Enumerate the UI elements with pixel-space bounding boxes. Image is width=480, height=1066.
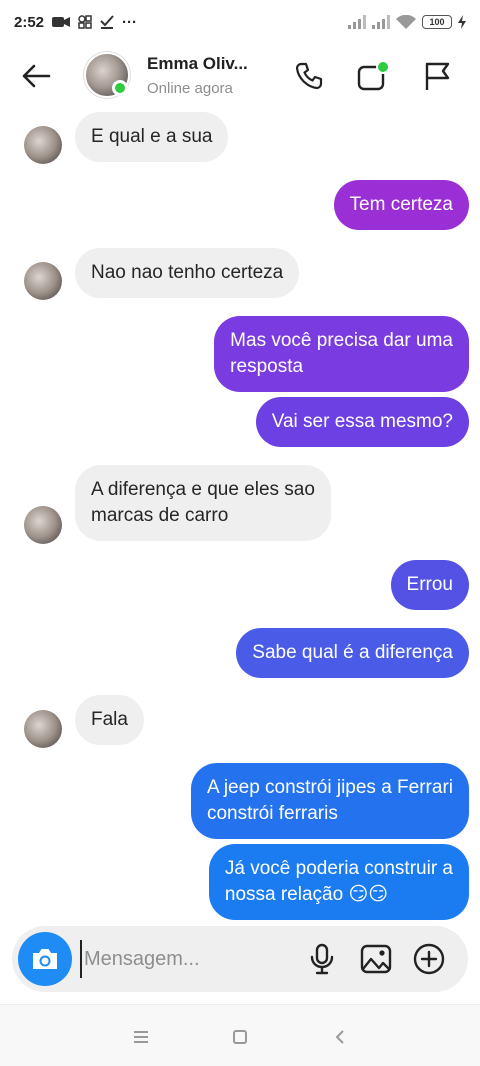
message-bubble: Fala — [75, 695, 144, 745]
message-outgoing[interactable]: Já você poderia construir a nossa relaçã… — [208, 844, 469, 920]
message-incoming[interactable]: A diferença e que eles sao marcas de car… — [75, 465, 331, 541]
message-text: E qual e a sua — [91, 126, 213, 147]
video-camera-icon — [52, 16, 71, 28]
message-bubble: Já você poderia construir a nossa relaçã… — [208, 844, 469, 920]
message-text: Já você poderia construir a — [224, 858, 453, 879]
message-input[interactable] — [80, 940, 290, 978]
video-call-icon — [357, 60, 390, 91]
message-outgoing[interactable]: Mas você precisa dar uma resposta — [214, 316, 469, 392]
video-call-button[interactable] — [355, 58, 391, 94]
contact-status: Online agora — [147, 80, 233, 97]
sender-avatar — [24, 506, 62, 544]
signal-icon — [348, 15, 366, 29]
message-outgoing[interactable]: Sabe qual é a diferença — [236, 628, 469, 678]
flag-icon — [425, 62, 450, 90]
message-composer — [12, 926, 468, 992]
message-text: nossa relação 😏😏 — [224, 884, 389, 905]
message-outgoing[interactable]: Tem certeza — [333, 180, 469, 230]
signal-icon — [372, 15, 390, 29]
sender-avatar — [24, 710, 62, 748]
charging-icon — [458, 15, 466, 29]
message-text: Fala — [91, 709, 128, 730]
recents-icon — [134, 1031, 148, 1043]
message-bubble: Errou — [390, 560, 469, 610]
message-outgoing[interactable]: Errou — [390, 560, 469, 610]
battery-icon: 100 — [422, 15, 452, 29]
message-bubble: Tem certeza — [333, 180, 469, 230]
phone-icon — [295, 62, 323, 90]
message-bubble: Sabe qual é a diferença — [236, 628, 469, 678]
home-icon — [233, 1030, 247, 1044]
message-text: A diferença e que eles sao — [91, 479, 315, 500]
more-status-icon: ··· — [122, 13, 138, 31]
message-bubble: A diferença e que eles sao marcas de car… — [75, 465, 331, 541]
message-bubble: Nao nao tenho certeza — [75, 248, 300, 298]
sender-avatar — [24, 262, 62, 300]
message-text: Nao nao tenho certeza — [91, 262, 284, 283]
report-button[interactable] — [419, 58, 455, 94]
message-text: Vai ser essa mesmo? — [271, 411, 453, 432]
microphone-icon — [310, 943, 334, 975]
message-text: Sabe qual é a diferença — [252, 642, 453, 663]
message-bubble: Vai ser essa mesmo? — [255, 397, 469, 447]
chat-header: Emma Oliv... Online agora — [0, 44, 480, 106]
camera-button[interactable] — [18, 932, 72, 986]
recents-button[interactable] — [127, 1023, 155, 1051]
message-incoming[interactable]: Nao nao tenho certeza — [75, 248, 300, 298]
message-bubble: A jeep constrói jipes a Ferrari constrói… — [190, 763, 469, 839]
voice-message-button[interactable] — [303, 940, 341, 978]
home-button[interactable] — [226, 1023, 254, 1051]
status-time: 2:52 — [14, 13, 45, 31]
message-text: constrói ferraris — [206, 803, 338, 824]
plus-circle-icon — [413, 943, 445, 975]
online-indicator — [112, 80, 128, 96]
message-text: Tem certeza — [349, 194, 453, 215]
app-grid-icon — [78, 15, 92, 29]
message-incoming[interactable]: E qual e a sua — [75, 112, 229, 162]
message-incoming[interactable]: Fala — [75, 695, 144, 745]
image-icon — [360, 944, 392, 974]
message-bubble: Mas você precisa dar uma resposta — [214, 316, 469, 392]
message-bubble: E qual e a sua — [75, 112, 229, 162]
camera-icon — [33, 949, 57, 969]
message-text: resposta — [230, 356, 304, 377]
message-text: marcas de carro — [91, 505, 229, 526]
wifi-icon — [396, 15, 416, 29]
message-text: Mas você precisa dar uma — [230, 330, 453, 351]
more-actions-button[interactable] — [410, 940, 448, 978]
system-back-button[interactable] — [326, 1023, 354, 1051]
voice-call-button[interactable] — [291, 58, 327, 94]
message-text: A jeep constrói jipes a Ferrari — [206, 777, 453, 798]
status-bar: 2:52 ··· 100 — [0, 0, 480, 44]
system-nav-bar — [0, 1004, 480, 1066]
message-outgoing[interactable]: Vai ser essa mesmo? — [255, 397, 469, 447]
message-outgoing[interactable]: A jeep constrói jipes a Ferrari constrói… — [190, 763, 469, 839]
download-done-icon — [100, 15, 114, 29]
back-arrow-icon — [22, 64, 51, 88]
sender-avatar — [24, 126, 62, 164]
gallery-button[interactable] — [357, 940, 395, 978]
back-button[interactable] — [18, 58, 54, 94]
back-icon — [336, 1030, 344, 1044]
contact-name[interactable]: Emma Oliv... — [147, 54, 257, 74]
message-text: Errou — [406, 574, 453, 595]
